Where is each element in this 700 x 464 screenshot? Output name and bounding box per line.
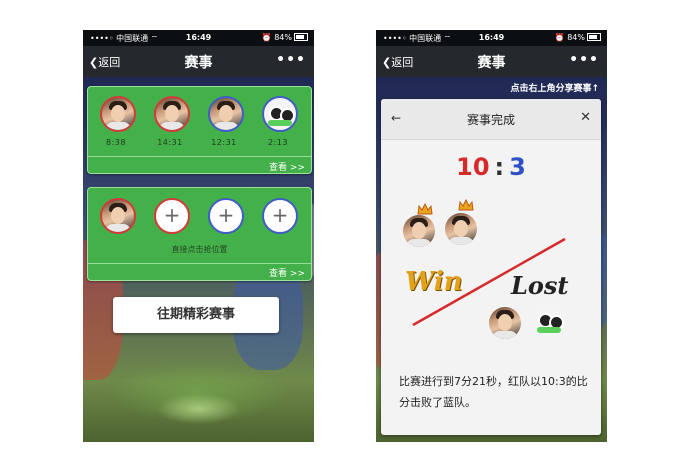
lost-label: Lost (511, 271, 569, 300)
more-menu-button[interactable]: ••• (276, 52, 306, 68)
battery-percent: 84% (274, 33, 292, 42)
card-divider (88, 156, 311, 157)
join-slot-button[interactable]: + (154, 198, 190, 234)
status-bar: ••••◦ 中国联通 ⌔ 16:49 ⏰ 84% (83, 30, 314, 46)
join-slot-button[interactable]: + (262, 198, 298, 234)
loser-avatar (489, 307, 521, 339)
battery-indicator: ⏰ 84% (555, 33, 601, 42)
match-result-dialog: ← 赛事完成 ✕ 10:3 Win Lost 比赛进行到7分21秒，红队以10:… (381, 99, 601, 435)
loser-avatar-cartoon (533, 305, 565, 337)
phone-screen-match-result: ••••◦ 中国联通 ⌔ 16:49 ⏰ 84% ❮返回 赛事 ••• 点击右上… (376, 30, 607, 442)
grab-position-hint: 直接点击抢位置 (171, 245, 228, 254)
player-avatar-cartoon (262, 96, 298, 132)
player-time: 14:31 (157, 138, 183, 147)
battery-icon (294, 33, 308, 41)
view-link[interactable]: 查看 >> (269, 266, 305, 279)
finished-match-card[interactable]: 8:38 14:31 12:31 2:13 查看 >> (87, 86, 312, 174)
open-match-card[interactable]: + + + 直接点击抢位置 查看 >> (87, 187, 312, 281)
card-divider (88, 263, 311, 264)
status-bar: ••••◦ 中国联通 ⌔ 16:49 ⏰ 84% (376, 30, 607, 46)
battery-percent: 84% (567, 33, 585, 42)
player-avatar (154, 96, 190, 132)
phone-screen-match-list: ••••◦ 中国联通 ⌔ 16:49 ⏰ 84% ❮返回 赛事 ••• 8:38… (83, 30, 314, 442)
player-time: 12:31 (211, 138, 237, 147)
battery-indicator: ⏰ 84% (262, 33, 308, 42)
join-slot-button[interactable]: + (208, 198, 244, 234)
more-menu-button[interactable]: ••• (569, 52, 599, 68)
view-link[interactable]: 查看 >> (269, 160, 305, 173)
nav-bar: ❮返回 赛事 ••• (376, 46, 607, 77)
player-time: 8:38 (106, 138, 126, 147)
match-summary: 比赛进行到7分21秒，红队以10:3的比分击败了蓝队。 (399, 375, 588, 409)
share-hint: 点击右上角分享赛事↑ (510, 84, 599, 94)
battery-icon (587, 33, 601, 41)
win-label: Win (405, 267, 463, 297)
past-matches-button[interactable]: 往期精彩赛事 (113, 297, 279, 333)
player-avatar (100, 198, 136, 234)
player-avatar (208, 96, 244, 132)
player-time: 2:13 (268, 138, 288, 147)
nav-bar: ❮返回 赛事 ••• (83, 46, 314, 77)
player-avatar (100, 96, 136, 132)
